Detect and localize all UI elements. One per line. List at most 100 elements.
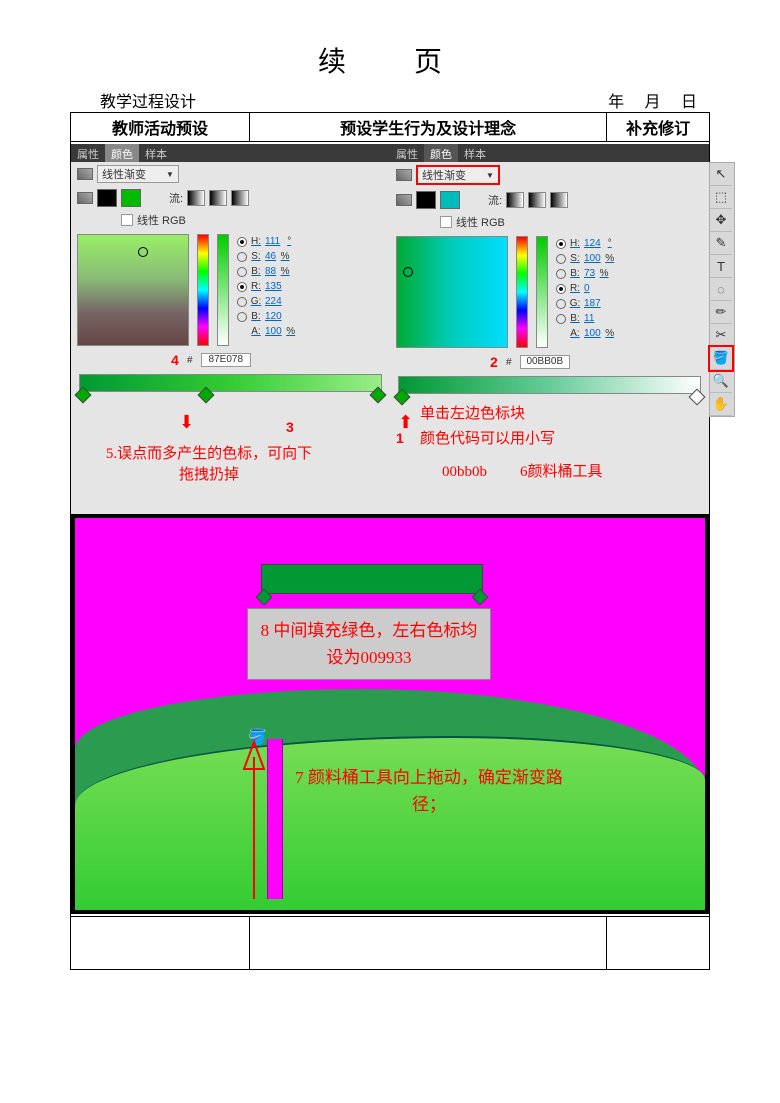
- tool-hand[interactable]: ✋: [710, 393, 732, 416]
- tool-scissors[interactable]: ✂: [710, 324, 732, 347]
- color-field[interactable]: [77, 234, 189, 346]
- gradient-preview-bar[interactable]: [261, 564, 483, 594]
- up-arrow-icon: [241, 739, 267, 904]
- color-stop[interactable]: [689, 389, 706, 406]
- color-stop[interactable]: [198, 387, 215, 404]
- linear-label: 线性 RGB: [137, 212, 186, 228]
- flow-3[interactable]: [231, 190, 249, 206]
- layout-table: 教师活动预设 预设学生行为及设计理念 补充修订 属性 颜色 样本: [70, 112, 710, 970]
- radio-h[interactable]: [237, 237, 247, 247]
- radio-g[interactable]: [237, 297, 247, 307]
- flow-3[interactable]: [550, 192, 568, 208]
- radio-b[interactable]: [237, 267, 247, 277]
- radio-r[interactable]: [556, 284, 566, 294]
- anno-5-text: 5.误点而多产生的色标，可向下拖拽扔掉: [99, 444, 319, 486]
- radio-b2[interactable]: [556, 314, 566, 324]
- col-3: 补充修订: [607, 113, 710, 142]
- panel-tabs: 属性 颜色 样本: [71, 144, 390, 162]
- gradient-type-dropdown[interactable]: 线性渐变▼: [97, 165, 179, 183]
- flow-2[interactable]: [209, 190, 227, 206]
- picker-row: H:124° S:100% B:73% R:0 G:187 B:11 A:100…: [390, 232, 709, 352]
- hue-slider[interactable]: [516, 236, 528, 348]
- anno-r-text2: 颜色代码可以用小写: [420, 429, 555, 450]
- page-title: 续 页: [70, 40, 710, 80]
- flow-label: 流:: [488, 192, 502, 208]
- swatch-black[interactable]: [97, 189, 117, 207]
- value-readouts: H:124° S:100% B:73% R:0 G:187 B:11 A:100…: [556, 236, 703, 348]
- callout-8: 8 中间填充绿色，左右色标均设为009933: [247, 608, 491, 680]
- tab-properties[interactable]: 属性: [71, 144, 105, 162]
- pencil-icon: [396, 194, 412, 206]
- flow-2[interactable]: [528, 192, 546, 208]
- radio-s[interactable]: [556, 254, 566, 264]
- type-row: 线性渐变▼: [390, 162, 709, 188]
- tool-pen[interactable]: ✎: [710, 232, 732, 255]
- radio-h[interactable]: [556, 239, 566, 249]
- linear-checkbox[interactable]: [121, 214, 133, 226]
- tab-swatches[interactable]: 样本: [458, 144, 492, 162]
- hill-front: [75, 736, 705, 910]
- brush-icon: [396, 169, 412, 181]
- tab-color[interactable]: 颜色: [105, 144, 139, 162]
- value-readouts: H:111° S:46% B:88% R:135 G:224 B:120 A:1…: [237, 234, 384, 346]
- tab-swatches[interactable]: 样本: [139, 144, 173, 162]
- callout-7: 7 颜料桶工具向上拖动，确定渐变路径；: [289, 764, 569, 818]
- flow-1[interactable]: [506, 192, 524, 208]
- column-headers: 教师活动预设 预设学生行为及设计理念 补充修订: [71, 113, 710, 142]
- page: 续 页 教学过程设计 年 月 日 教师活动预设 预设学生行为及设计理念 补充修订…: [0, 0, 780, 1103]
- tool-bucket[interactable]: 🪣: [710, 347, 732, 370]
- swatch-cyan[interactable]: [440, 191, 460, 209]
- radio-s[interactable]: [237, 252, 247, 262]
- gradient-strip[interactable]: [398, 376, 701, 394]
- color-stop[interactable]: [394, 389, 411, 406]
- picker-cursor-icon: [138, 247, 148, 257]
- anno-r-text3: 00bb0b: [442, 462, 487, 483]
- swatch-row: 流:: [71, 186, 390, 210]
- color-panels-area: 属性 颜色 样本 线性渐变▼ 流:: [71, 144, 709, 514]
- picker-row: H:111° S:46% B:88% R:135 G:224 B:120 A:1…: [71, 230, 390, 350]
- col-2: 预设学生行为及设计理念: [250, 113, 607, 142]
- linear-row: 线性 RGB: [390, 212, 709, 232]
- empty-row: [71, 917, 710, 970]
- tool-ellipse[interactable]: ◌: [710, 278, 732, 301]
- tool-pencil[interactable]: ✏: [710, 301, 732, 324]
- header-label: 教学过程设计: [100, 88, 196, 112]
- radio-b[interactable]: [556, 269, 566, 279]
- linear-label: 线性 RGB: [456, 214, 505, 230]
- sat-slider[interactable]: [217, 234, 229, 346]
- swatch-black[interactable]: [416, 191, 436, 209]
- linear-checkbox[interactable]: [440, 216, 452, 228]
- color-stop[interactable]: [75, 387, 92, 404]
- sat-slider[interactable]: [536, 236, 548, 348]
- flow-label: 流:: [169, 190, 183, 206]
- hue-slider[interactable]: [197, 234, 209, 346]
- tab-properties[interactable]: 属性: [390, 144, 424, 162]
- panel-tabs: 属性 颜色 样本: [390, 144, 709, 162]
- tool-rect[interactable]: ⬚: [710, 186, 732, 209]
- tool-text[interactable]: T: [710, 255, 732, 278]
- radio-g[interactable]: [556, 299, 566, 309]
- screenshot-row: 属性 颜色 样本 线性渐变▼ 流:: [71, 142, 710, 917]
- swatch-green[interactable]: [121, 189, 141, 207]
- flow-1[interactable]: [187, 190, 205, 206]
- hex-input[interactable]: 87E078: [201, 353, 251, 367]
- tool-select[interactable]: ↖: [710, 163, 732, 186]
- hex-input[interactable]: 00BB0B: [520, 355, 570, 369]
- type-row: 线性渐变▼: [71, 162, 390, 186]
- tool-zoom[interactable]: 🔍: [710, 370, 732, 393]
- gradient-strip[interactable]: [79, 374, 382, 392]
- gradient-type-dropdown[interactable]: 线性渐变▼: [416, 165, 500, 185]
- color-field[interactable]: [396, 236, 508, 348]
- hex-row: 4 # 87E078: [71, 350, 390, 370]
- up-arrow-icon: ⬇: [398, 410, 413, 431]
- radio-b2[interactable]: [237, 312, 247, 322]
- tab-color[interactable]: 颜色: [424, 144, 458, 162]
- radio-r[interactable]: [237, 282, 247, 292]
- linear-row: 线性 RGB: [71, 210, 390, 230]
- header-date: 年 月 日: [608, 88, 705, 112]
- color-stop[interactable]: [370, 387, 387, 404]
- color-panel-right: 属性 颜色 样本 线性渐变▼ 流:: [390, 144, 709, 514]
- tool-transform[interactable]: ✥: [710, 209, 732, 232]
- anno-r-text1: 单击左边色标块: [420, 404, 525, 425]
- anno-2: 2: [490, 354, 498, 370]
